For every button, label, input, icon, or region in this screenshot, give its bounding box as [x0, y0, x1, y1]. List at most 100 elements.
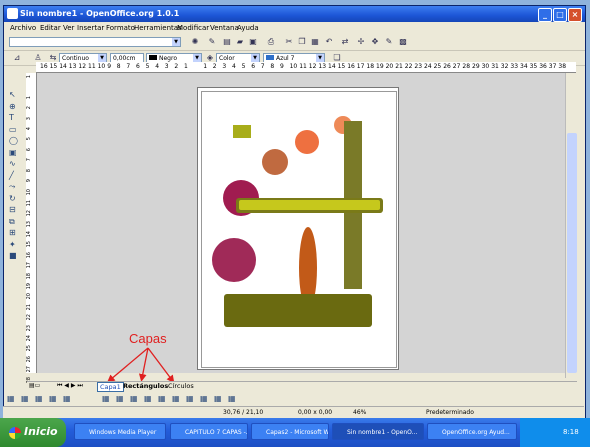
print-icon[interactable]: ⎙: [266, 37, 276, 47]
chevron-down-icon[interactable]: ▼: [251, 54, 259, 62]
tab-rectangulos[interactable]: Rectángulos: [123, 382, 168, 390]
contour-icon[interactable]: ▦: [186, 394, 194, 403]
small-lime-rectangle[interactable]: [233, 125, 251, 138]
ruler-v-tick: 6: [26, 147, 32, 151]
menu-herramientas[interactable]: Herramientas: [134, 24, 182, 32]
menu-ayuda[interactable]: Ayuda: [237, 24, 259, 32]
effects-icon[interactable]: ✦: [9, 240, 16, 249]
object-border-icon[interactable]: ▦: [49, 394, 57, 403]
menu-modificar[interactable]: Modificar: [177, 24, 209, 32]
curve-icon[interactable]: ∿: [9, 159, 16, 168]
chevron-down-icon[interactable]: ▼: [316, 54, 324, 62]
zoom-icon[interactable]: ⊕: [9, 102, 16, 111]
menu-ventana[interactable]: Ventana: [210, 24, 239, 32]
draw-functions-icon[interactable]: ✎: [384, 37, 394, 47]
terracotta-circle[interactable]: [262, 149, 288, 175]
menu-insertar[interactable]: Insertar: [77, 24, 104, 32]
orange-circle[interactable]: [295, 130, 319, 154]
ruler-v-tick: 11: [26, 199, 32, 207]
grayscale-icon[interactable]: ▦: [214, 394, 222, 403]
status-position: 30,76 / 21,10: [223, 409, 264, 416]
alignment-icon[interactable]: ⊟: [9, 205, 16, 214]
menu-ver[interactable]: Ver: [63, 24, 74, 32]
open-icon[interactable]: ▰: [235, 37, 245, 47]
angle-icon[interactable]: ▦: [144, 394, 152, 403]
minimize-button[interactable]: _: [538, 8, 552, 22]
ruler-h-tick: 37: [548, 63, 557, 70]
snap-margins-icon[interactable]: ▦: [102, 394, 110, 403]
start-button[interactable]: Inicio: [0, 418, 66, 447]
copy-icon[interactable]: ❐: [297, 37, 307, 47]
undo-icon[interactable]: ↶: [324, 37, 334, 47]
glue-icon[interactable]: ▦: [228, 394, 236, 403]
object-points-icon[interactable]: ▦: [63, 394, 71, 403]
task-capitulo[interactable]: CAPITULO 7 CAPAS -...: [170, 423, 248, 440]
ruler-h-tick: 7: [260, 63, 265, 70]
view-mode-icon[interactable]: ▤▭: [29, 382, 40, 389]
rectangle-icon[interactable]: ▭: [9, 125, 17, 134]
tab-circulos[interactable]: Círculos: [168, 382, 194, 390]
ruler-h-tick: 11: [88, 63, 96, 70]
cut-icon[interactable]: ✂: [284, 37, 294, 47]
menu-editar[interactable]: Editar: [40, 24, 61, 32]
fast-view-icon[interactable]: ▦: [172, 394, 180, 403]
task-media-player[interactable]: Windows Media Player: [74, 423, 166, 440]
ellipse-icon[interactable]: ◯: [9, 136, 18, 145]
task-sin-nombre1[interactable]: Sin nombre1 - OpenO...: [332, 423, 424, 440]
snap-frame-icon[interactable]: ▦: [116, 394, 124, 403]
taskbar: Inicio Windows Media Player CAPITULO 7 C…: [0, 418, 590, 447]
select-icon[interactable]: ↖: [9, 90, 16, 99]
redo-icon[interactable]: ⇄: [340, 37, 350, 47]
rotate-mode-icon[interactable]: ▦: [158, 394, 166, 403]
ruler-h-tick: 34: [520, 63, 528, 70]
navigator-icon[interactable]: ✢: [356, 37, 366, 47]
snap-grid-icon[interactable]: ▦: [7, 394, 15, 403]
title-bar[interactable]: Sin nombre1 - OpenOffice.org 1.0.1 _ □ ×: [4, 6, 585, 22]
snap-points-icon[interactable]: ▦: [35, 394, 43, 403]
snap-guides-icon[interactable]: ▦: [21, 394, 29, 403]
menu-formato[interactable]: Formato: [106, 24, 135, 32]
ortho-icon[interactable]: ▦: [130, 394, 138, 403]
insert-icon[interactable]: ⊞: [9, 228, 16, 237]
chevron-down-icon[interactable]: ▼: [172, 38, 180, 46]
chevron-down-icon[interactable]: ▼: [193, 54, 201, 62]
3d-controls-icon[interactable]: ■: [9, 251, 17, 260]
bottom-olive-rectangle[interactable]: [224, 294, 372, 327]
fill-type-value: Color: [219, 55, 235, 62]
ruler-h-tick: 1: [203, 63, 208, 70]
3d-object-icon[interactable]: ▣: [9, 148, 17, 157]
gallery-icon[interactable]: ✥: [370, 37, 380, 47]
tab-capa1[interactable]: Capa1: [97, 382, 124, 392]
status-zoom[interactable]: 46%: [353, 409, 366, 416]
new-icon[interactable]: ▤: [222, 37, 232, 47]
chevron-down-icon[interactable]: ▼: [98, 54, 106, 62]
connector-icon[interactable]: ⤳: [9, 182, 15, 192]
rotate-icon[interactable]: ↻: [9, 194, 16, 203]
close-button[interactable]: ×: [568, 8, 582, 22]
tab-nav-icon[interactable]: ⏮ ◀ ▶ ⏭: [57, 382, 83, 390]
scroll-thumb[interactable]: [567, 133, 577, 373]
menu-bar: Archivo Editar Ver Insertar Formato Herr…: [4, 22, 585, 34]
line-icon[interactable]: ╱: [9, 171, 14, 180]
arrange-icon[interactable]: ⧉: [9, 217, 15, 227]
annotation-arrows: [107, 347, 175, 384]
task-capas2[interactable]: Capas2 - Microsoft W...: [251, 423, 329, 440]
line-icon[interactable]: ⊿: [12, 53, 22, 63]
save-icon[interactable]: ▣: [248, 37, 258, 47]
stop-icon[interactable]: ✺: [190, 37, 200, 47]
maximize-button[interactable]: □: [553, 8, 567, 22]
paste-icon[interactable]: ▦: [310, 37, 320, 47]
text-icon[interactable]: T: [9, 113, 14, 122]
task-oo-ayuda[interactable]: OpenOffice.org Ayud...: [427, 423, 517, 440]
menu-archivo[interactable]: Archivo: [10, 24, 36, 32]
url-field[interactable]: ▼: [9, 37, 181, 47]
vertical-scrollbar[interactable]: [565, 73, 578, 378]
outline-icon[interactable]: ▦: [200, 394, 208, 403]
ruler-h-tick: 4: [232, 63, 236, 70]
horizontal-bar-inner[interactable]: [239, 200, 380, 210]
edit-file-icon[interactable]: ✎: [207, 37, 217, 47]
crimson-circle-bottom[interactable]: [212, 238, 256, 282]
clock: 8:18: [563, 428, 579, 436]
zoom-icon[interactable]: ▩: [398, 37, 408, 47]
ruler-h-tick: 14: [328, 63, 336, 70]
